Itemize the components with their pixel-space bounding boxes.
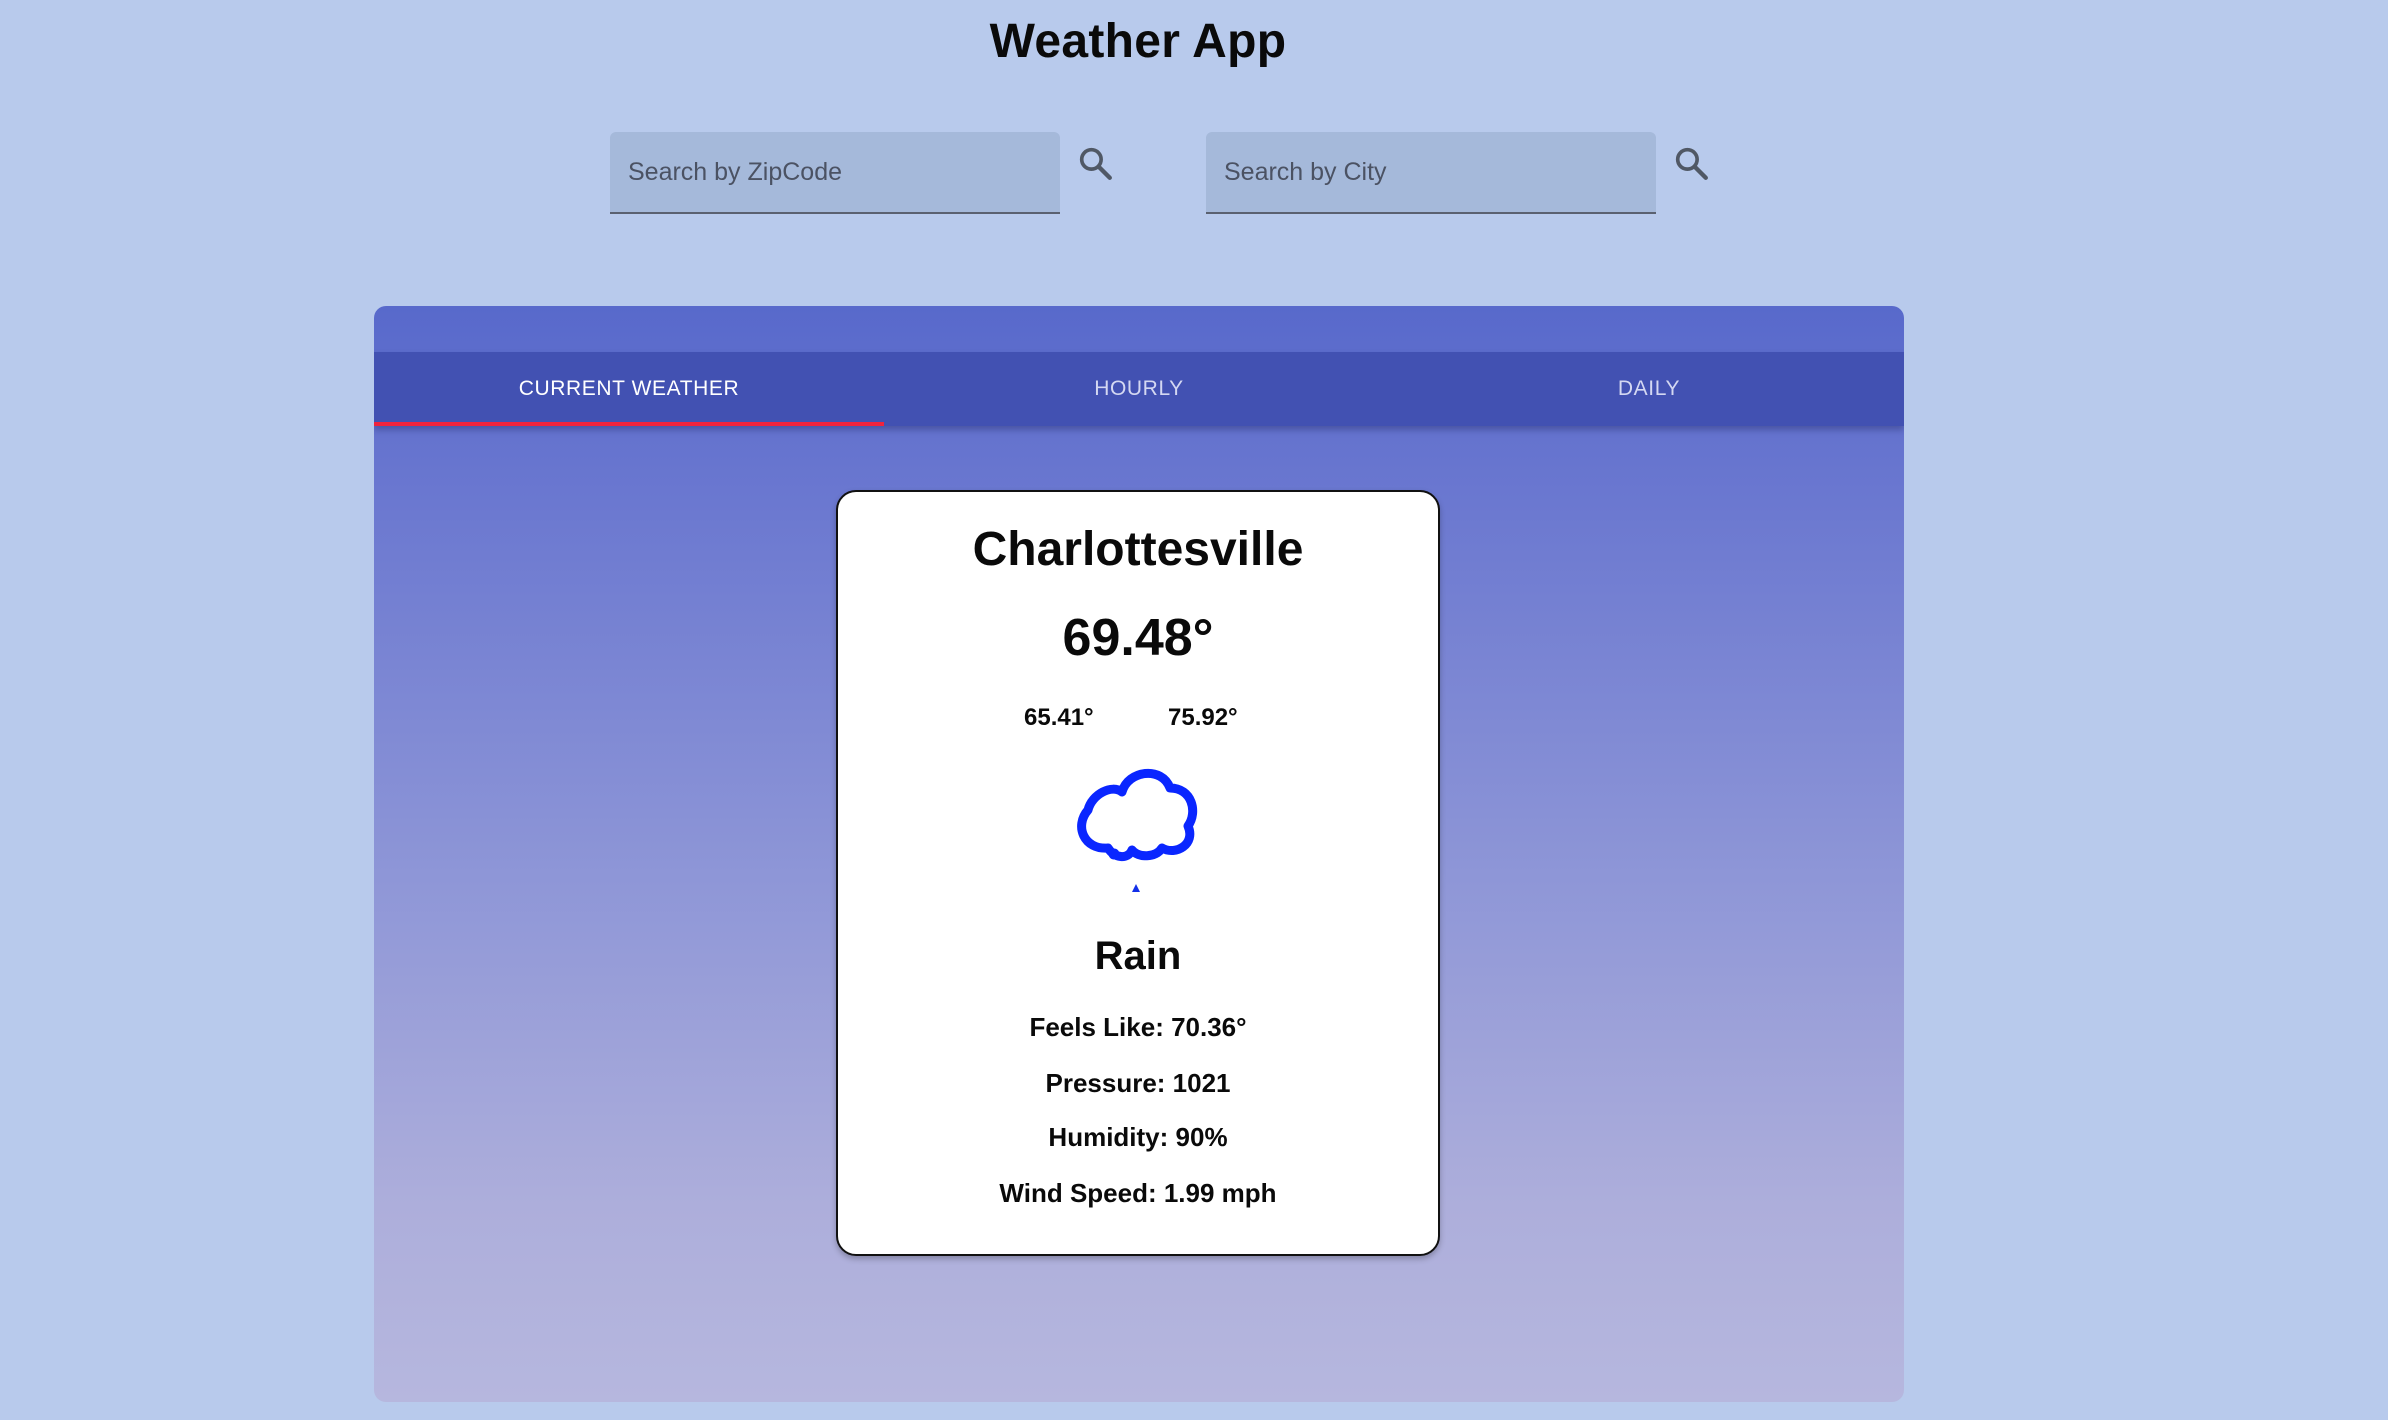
zip-search-input[interactable] xyxy=(610,132,1060,214)
city-search-input[interactable] xyxy=(1206,132,1656,214)
humidity: Humidity: 90% xyxy=(1048,1122,1228,1152)
search-icon xyxy=(1079,147,1112,180)
city-search-button[interactable] xyxy=(1670,142,1714,186)
pressure: Pressure: 1021 xyxy=(1045,1068,1231,1098)
search-icon xyxy=(1675,147,1708,180)
min-temperature: 65.41° xyxy=(1024,704,1094,731)
city-name: Charlottesville xyxy=(972,523,1304,576)
rain-cloud-icon xyxy=(1077,768,1197,892)
zip-search-button[interactable] xyxy=(1074,142,1118,186)
current-weather-card: Charlottesville 69.48° 65.41° 75.92° Rai… xyxy=(836,490,1440,1256)
weather-panel: CURRENT WEATHER HOURLY DAILY Charlottesv… xyxy=(374,306,1904,1402)
max-temperature: 75.92° xyxy=(1168,704,1238,731)
wind-speed: Wind Speed: 1.99 mph xyxy=(999,1178,1277,1208)
app-title: Weather App xyxy=(989,15,1287,68)
tab-daily[interactable]: DAILY xyxy=(1394,352,1904,426)
tab-bar: CURRENT WEATHER HOURLY DAILY xyxy=(374,352,1904,426)
tab-current-weather[interactable]: CURRENT WEATHER xyxy=(374,352,884,426)
feels-like: Feels Like: 70.36° xyxy=(1029,1012,1247,1042)
current-temperature: 69.48° xyxy=(1062,609,1214,667)
tab-hourly[interactable]: HOURLY xyxy=(884,352,1394,426)
weather-condition: Rain xyxy=(1094,934,1182,978)
